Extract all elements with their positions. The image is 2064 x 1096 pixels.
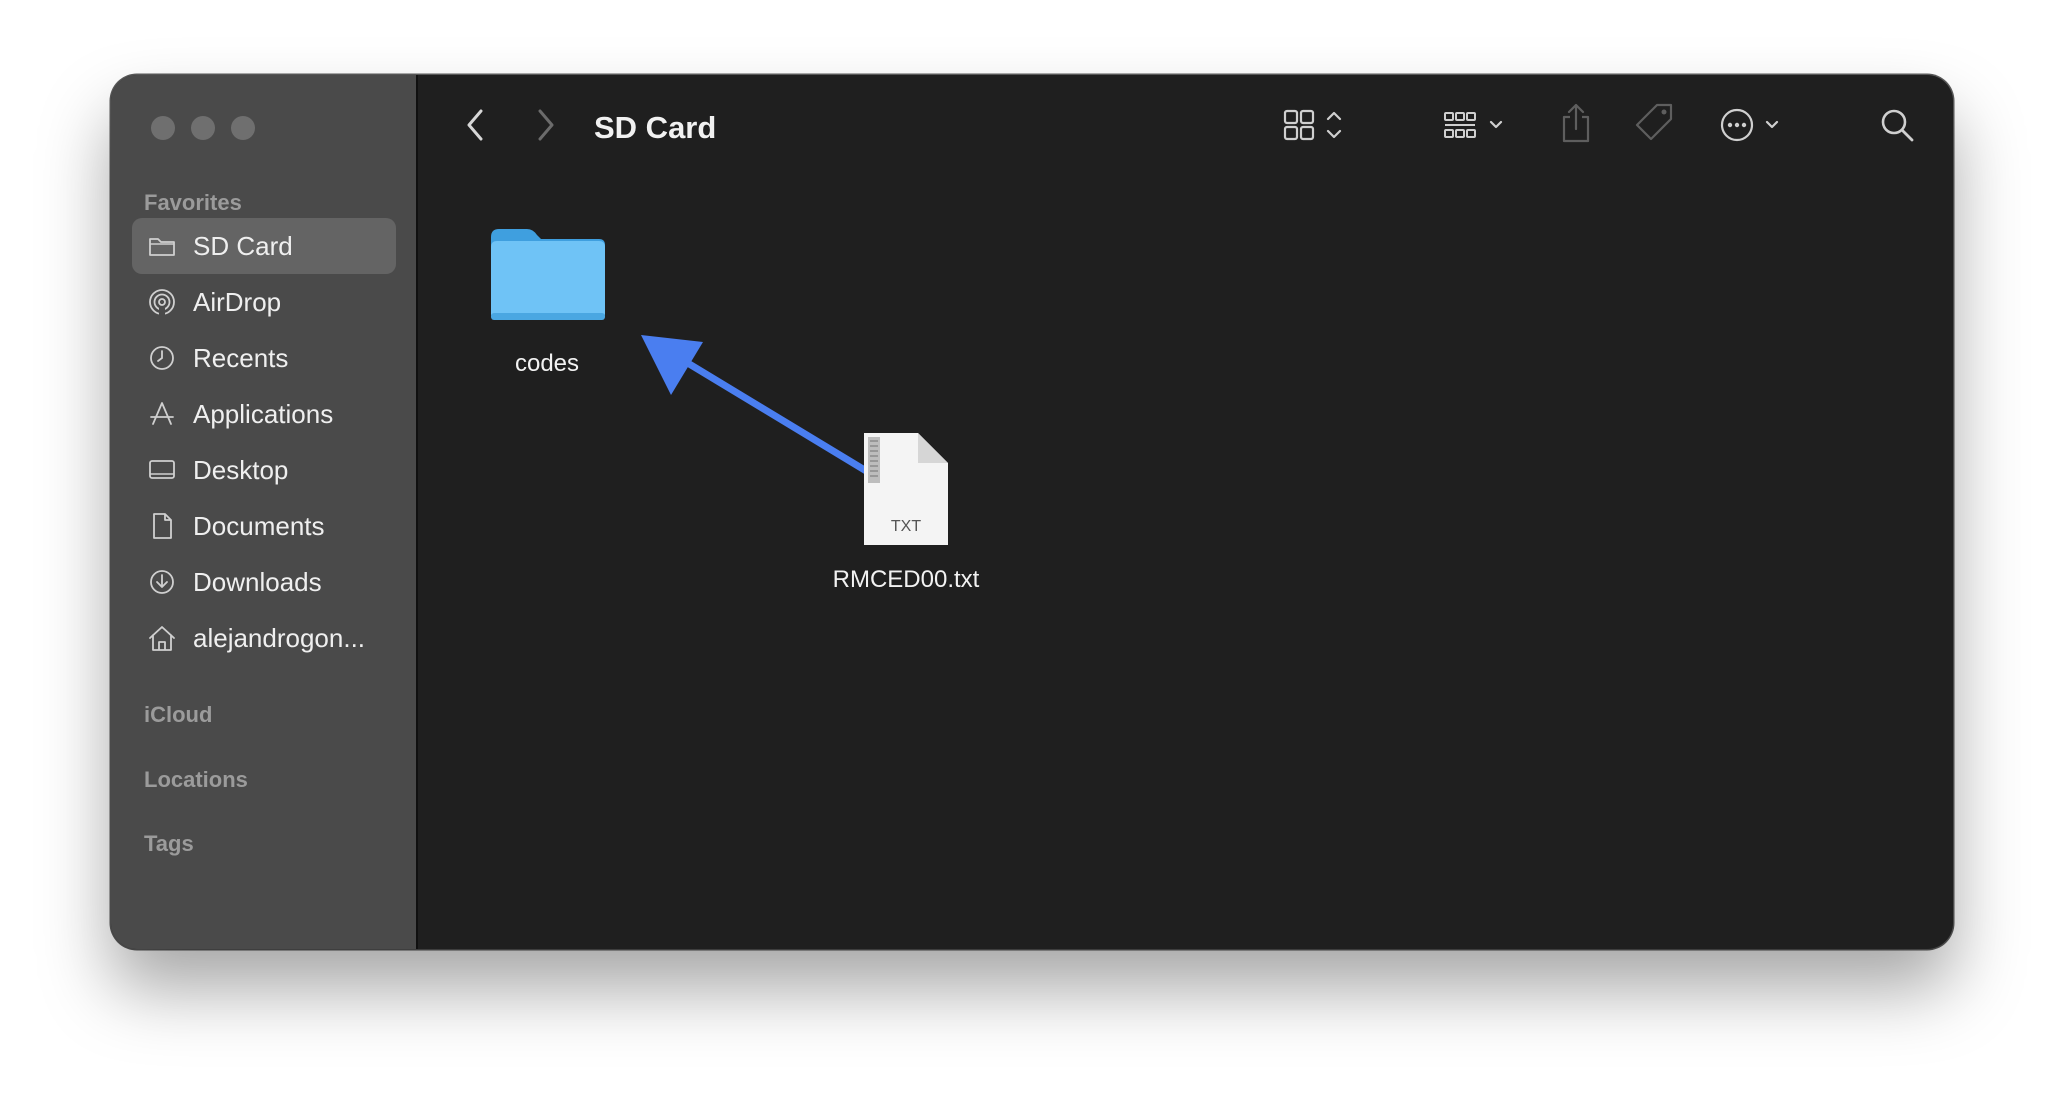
share-button[interactable] <box>1556 101 1596 145</box>
sidebar-item-label: Documents <box>193 510 325 541</box>
icon-grid-icon <box>1283 109 1342 141</box>
search-button[interactable] <box>1877 105 1917 145</box>
finder-window: Favorites SD Card AirDrop Recents Applic… <box>111 75 1953 949</box>
sidebar-item-label: SD Card <box>193 230 293 261</box>
section-favorites: Favorites <box>144 190 242 215</box>
zoom-button[interactable] <box>231 116 255 140</box>
clock-icon <box>146 342 178 374</box>
desktop-icon <box>146 454 178 486</box>
sidebar-item-label: Applications <box>193 398 334 429</box>
home-icon <box>146 622 178 654</box>
search-icon <box>1881 109 1914 142</box>
sidebar-item-desktop[interactable]: Desktop <box>132 442 396 498</box>
group-icon <box>1444 112 1503 138</box>
applications-icon <box>146 398 178 430</box>
close-button[interactable] <box>151 116 175 140</box>
chevron-right-icon <box>538 109 554 141</box>
minimize-button[interactable] <box>191 116 215 140</box>
tag-button[interactable] <box>1633 101 1677 145</box>
sidebar-item-documents[interactable]: Documents <box>132 498 396 554</box>
sidebar-item-label: AirDrop <box>193 286 282 317</box>
forward-button[interactable] <box>525 105 565 145</box>
file-type-badge: TXT <box>891 518 921 535</box>
sidebar-item-label: Desktop <box>193 454 289 485</box>
section-tags[interactable]: Tags <box>144 831 194 857</box>
sidebar: Favorites SD Card AirDrop Recents Applic… <box>111 75 418 949</box>
sidebar-item-home[interactable]: alejandrogon... <box>132 610 396 666</box>
chevron-left-icon <box>467 109 483 141</box>
more-actions-button[interactable] <box>1717 103 1797 147</box>
section-icloud[interactable]: iCloud <box>144 702 212 728</box>
section-locations[interactable]: Locations <box>144 767 248 793</box>
sidebar-item-label: Recents <box>193 342 289 373</box>
sidebar-item-recents[interactable]: Recents <box>132 330 396 386</box>
file-label-codes: codes <box>514 350 580 377</box>
download-icon <box>146 566 178 598</box>
folder-icon <box>146 230 178 262</box>
sidebar-item-applications[interactable]: Applications <box>132 386 396 442</box>
share-icon <box>1562 103 1590 143</box>
window-controls <box>151 116 255 140</box>
window-title: SD Card <box>594 110 717 145</box>
back-button[interactable] <box>456 105 496 145</box>
airdrop-icon <box>146 286 178 318</box>
sidebar-item-label: Downloads <box>193 566 322 597</box>
folder-icon <box>491 229 605 320</box>
file-label-rmced00: RMCED00.txt <box>832 566 980 593</box>
file-item-rmced00[interactable]: TXT <box>856 427 956 551</box>
group-by-button[interactable] <box>1441 105 1521 145</box>
view-mode-button[interactable] <box>1279 105 1359 145</box>
sidebar-item-sd-card[interactable]: SD Card <box>132 218 396 274</box>
sidebar-item-airdrop[interactable]: AirDrop <box>132 274 396 330</box>
sidebar-item-label: alejandrogon... <box>193 622 366 653</box>
tag-icon <box>1635 103 1673 141</box>
text-file-icon: TXT <box>864 433 948 545</box>
sidebar-item-downloads[interactable]: Downloads <box>132 554 396 610</box>
folder-item-codes[interactable] <box>487 223 607 323</box>
ellipsis-circle-icon <box>1720 108 1779 142</box>
document-icon <box>146 510 178 542</box>
